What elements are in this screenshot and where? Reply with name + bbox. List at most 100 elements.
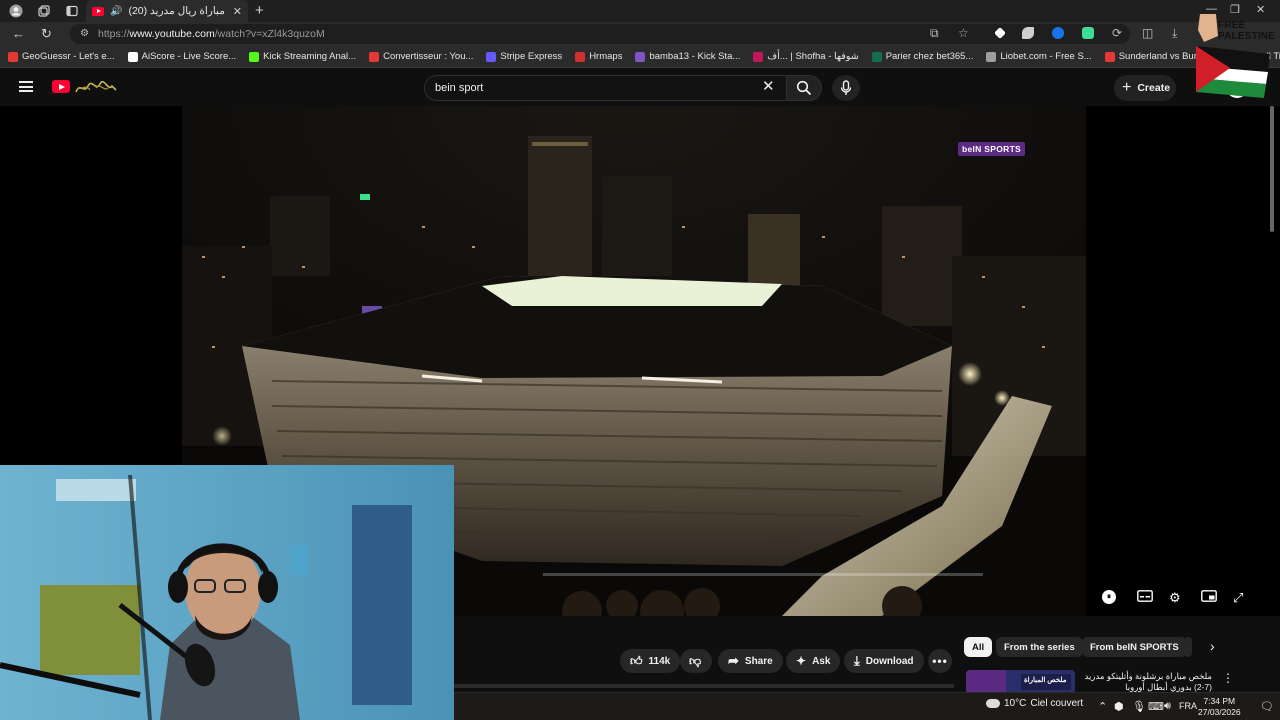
tab-actions-icon[interactable]: [64, 3, 80, 19]
bookmark-item[interactable]: Kick Streaming Anal...: [249, 51, 356, 62]
youtube-doodle-logo[interactable]: [74, 78, 118, 96]
bookmark-favicon-icon: [871, 51, 882, 62]
weather-widget[interactable]: 10°C Ciel couvert: [986, 698, 1083, 709]
bookmark-item[interactable]: أف... | Shofha - شوفها: [753, 51, 859, 62]
network-icon[interactable]: ⌨: [1148, 700, 1164, 713]
url-path: /watch?v=xZl4k3quzoM: [214, 28, 325, 40]
bookmark-favicon-icon: [986, 51, 997, 62]
bookmark-item[interactable]: Parier chez bet365...: [871, 51, 973, 62]
share-icon: ➦: [728, 653, 739, 668]
menu-icon[interactable]: [19, 81, 33, 92]
voice-search-button[interactable]: [832, 75, 860, 101]
settings-gear-icon[interactable]: ⚙: [1169, 590, 1181, 606]
download-icon: ⤓: [854, 653, 860, 668]
tab-close-icon[interactable]: ✕: [233, 5, 242, 18]
chip-from-the-series[interactable]: From the series: [996, 637, 1083, 657]
chip-from-bein-sports[interactable]: From beIN SPORTS: [1082, 637, 1187, 657]
page-scrollbar[interactable]: [1270, 106, 1274, 232]
create-label: Create: [1137, 82, 1171, 94]
reload-icon[interactable]: ↻: [41, 26, 52, 42]
share-label: Share: [744, 655, 773, 667]
like-count: 114k: [648, 655, 671, 667]
tab-youtube-video[interactable]: 🔊 (20) ملخص مباراة ريال مدريد ✕: [86, 0, 248, 22]
bookmark-item[interactable]: GeoGuessr - Let's e...: [8, 51, 115, 62]
system-clock[interactable]: 7:34 PM 27/03/2026: [1198, 696, 1241, 718]
downloads-icon[interactable]: ⤓: [1172, 26, 1177, 41]
create-button[interactable]: + Create: [1114, 75, 1176, 101]
cloud-icon: [986, 699, 1000, 708]
thumbs-up-icon: 👍︎: [630, 653, 643, 668]
thumbnail-caption: ملخص المباراة: [1024, 677, 1067, 684]
clear-search-icon[interactable]: ✕: [762, 79, 775, 95]
youtube-favicon-icon: [92, 6, 104, 16]
input-language[interactable]: FRA: [1179, 701, 1197, 711]
miniplayer-icon[interactable]: [1201, 590, 1217, 605]
speaker-icon[interactable]: 🔊: [110, 6, 122, 17]
plus-icon: +: [1122, 79, 1132, 96]
install-app-icon[interactable]: ⧉: [930, 26, 939, 41]
site-info-icon[interactable]: ⚙: [80, 28, 90, 39]
search-input[interactable]: bein sport: [424, 75, 786, 101]
search-button[interactable]: [786, 75, 822, 101]
profile-icon[interactable]: [8, 3, 24, 19]
extensions-icon[interactable]: ⟳: [1112, 26, 1122, 40]
like-button[interactable]: 👍︎ 114k: [620, 649, 681, 673]
more-actions-button[interactable]: •••: [928, 649, 952, 673]
youtube-logo-icon[interactable]: [52, 80, 70, 93]
youtube-header: bein sport ✕ + Create: [0, 68, 1280, 106]
address-bar[interactable]: ⚙ https://www.youtube.com/watch?v=xZl4k3…: [70, 24, 1130, 44]
extension-shazam-icon[interactable]: [1052, 27, 1064, 39]
ask-label: Ask: [812, 655, 831, 667]
share-button[interactable]: ➦ Share: [718, 649, 783, 673]
notifications-icon[interactable]: 🗨︎: [1260, 700, 1274, 713]
channel-watermark: beIN SPORTS: [958, 142, 1026, 156]
bookmark-label: AiScore - Live Score...: [141, 51, 237, 62]
clock-time: 7:34 PM: [1203, 696, 1236, 706]
split-view-icon[interactable]: ◫: [1142, 26, 1153, 40]
bookmark-favicon-icon: [1104, 51, 1115, 62]
recommended-more-icon[interactable]: ⋮: [1222, 671, 1234, 685]
chip-all[interactable]: All: [964, 637, 993, 657]
tab-title: (20) ملخص مباراة ريال مدريد: [128, 5, 226, 17]
recommended-video-title[interactable]: ملخص مباراة برشلونة وأتليتكو مدريد (7-2)…: [1082, 671, 1212, 693]
bookmark-item[interactable]: Hrmaps: [575, 51, 622, 62]
dislike-button[interactable]: 👎︎: [680, 649, 712, 673]
clock-date: 27/03/2026: [1198, 707, 1241, 717]
bookmark-label: أف... | Shofha - شوفها: [767, 51, 859, 62]
bookmark-favicon-icon: [8, 51, 18, 62]
chips-next-icon[interactable]: ›: [1210, 638, 1215, 654]
autoplay-toggle[interactable]: ⏸: [1102, 590, 1116, 604]
fullscreen-icon[interactable]: ⤢: [1233, 590, 1243, 606]
new-tab-icon[interactable]: +: [255, 2, 264, 19]
progress-bar[interactable]: [543, 573, 983, 576]
bookmark-star-icon[interactable]: ☆: [958, 26, 969, 40]
back-icon[interactable]: ←: [12, 26, 25, 41]
extension-feather-icon[interactable]: [1022, 27, 1034, 39]
microphone-icon: [840, 80, 852, 95]
volume-icon[interactable]: 🔊︎: [1164, 700, 1171, 713]
url-scheme: https://: [98, 28, 130, 40]
recommended-video-thumbnail[interactable]: ملخص المباراة: [966, 670, 1075, 694]
download-button[interactable]: ⤓ Download: [844, 649, 924, 673]
weather-temp: 10°C: [1004, 698, 1027, 709]
mic-tray-icon[interactable]: 🎙︎: [1132, 700, 1146, 713]
bookmarks-bar: GeoGuessr - Let's e... AiScore - Live Sco…: [0, 46, 1280, 68]
tab-strip: 🔊 (20) ملخص مباراة ريال مدريد ✕ + — ❐ ✕: [0, 0, 1280, 22]
bookmark-item[interactable]: AiScore - Live Score...: [127, 51, 237, 62]
more-horizontal-icon: •••: [932, 654, 948, 668]
extension-green-icon[interactable]: [1082, 27, 1094, 39]
bookmark-favicon-icon: [635, 51, 646, 62]
chip-overflow[interactable]: [1184, 637, 1192, 657]
ask-button[interactable]: ✦ Ask: [786, 649, 841, 673]
tray-app-icon[interactable]: ⬢: [1114, 700, 1124, 713]
subtitles-icon[interactable]: [1137, 590, 1153, 605]
workspaces-icon[interactable]: [36, 3, 52, 19]
free-palestine-overlay: FREE PALESTINE: [1190, 12, 1276, 102]
bookmark-item[interactable]: Convertisseur : You...: [369, 51, 473, 62]
bookmark-label: Kick Streaming Anal...: [263, 51, 357, 62]
tray-chevron-icon[interactable]: ⌃: [1098, 700, 1107, 713]
bookmark-label: Convertisseur : You...: [383, 51, 474, 62]
bookmark-item[interactable]: Liobet.com - Free S...: [986, 51, 1092, 62]
bookmark-item[interactable]: Stripe Express: [486, 51, 562, 62]
bookmark-item[interactable]: bamba13 - Kick Sta...: [635, 51, 740, 62]
